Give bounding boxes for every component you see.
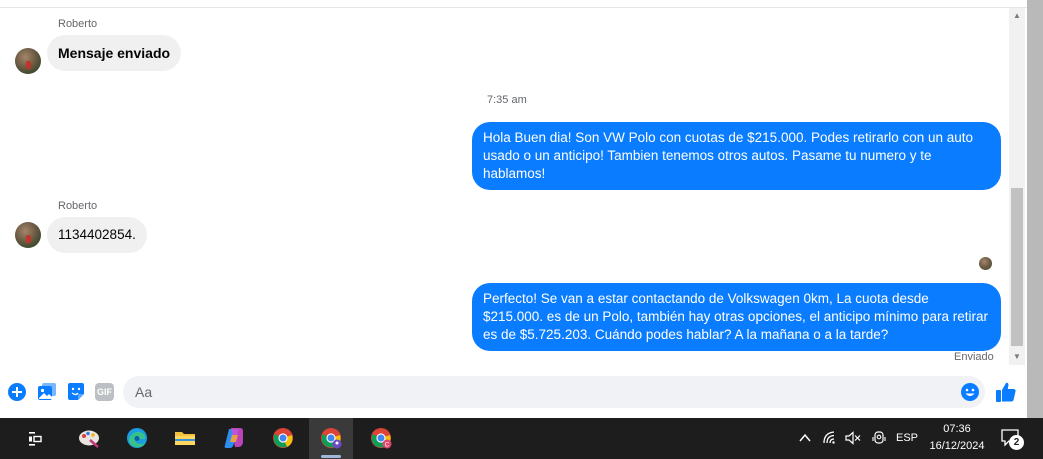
taskbar-app-file-explorer[interactable] xyxy=(163,418,207,459)
profile-badge-letter: C xyxy=(385,442,390,449)
message-timestamp: 7:35 am xyxy=(487,94,527,106)
sticker-icon[interactable] xyxy=(66,382,86,402)
chrome-icon xyxy=(273,428,293,448)
language-indicator[interactable]: ESP xyxy=(893,432,921,444)
volume-muted-icon[interactable] xyxy=(845,431,861,445)
copilot-icon xyxy=(224,428,243,448)
message-composer: GIF xyxy=(0,372,1027,418)
taskbar-app-chrome-secondary[interactable]: C xyxy=(359,418,403,459)
scroll-down-arrow-icon[interactable]: ▼ xyxy=(1009,351,1025,363)
chrome-secondary-icon: C xyxy=(371,428,392,449)
window-edge xyxy=(1027,0,1043,418)
message-status: Enviado xyxy=(954,351,994,363)
taskbar-app-copilot[interactable] xyxy=(212,418,256,459)
clock-date[interactable]: 16/12/2024 xyxy=(922,440,992,452)
incoming-message[interactable]: Mensaje enviado xyxy=(47,35,182,71)
clock-time[interactable]: 07:36 xyxy=(922,423,992,435)
top-divider xyxy=(0,7,1027,8)
photo-icon[interactable] xyxy=(37,382,57,402)
taskbar-app-paint[interactable] xyxy=(67,418,111,459)
scroll-up-arrow-icon[interactable]: ▲ xyxy=(1009,10,1025,22)
outgoing-message[interactable]: Perfecto! Se van a estar contactando de … xyxy=(472,283,1001,351)
chrome-profile-icon xyxy=(321,428,342,449)
camera-privacy-icon[interactable] xyxy=(872,430,886,446)
edge-icon xyxy=(127,428,147,448)
task-view-button[interactable] xyxy=(15,418,59,459)
chevron-up-icon[interactable] xyxy=(798,432,812,444)
taskbar-app-edge[interactable] xyxy=(115,418,159,459)
chat-thread[interactable]: Roberto Mensaje enviado 7:35 am Hola Bue… xyxy=(0,0,1027,372)
windows-taskbar: C ESP 07:36 16/12/2024 2 xyxy=(0,418,1043,459)
plus-icon[interactable] xyxy=(7,382,27,402)
like-icon[interactable] xyxy=(995,381,1017,403)
taskbar-app-chrome-profile[interactable] xyxy=(309,418,353,459)
wifi-icon[interactable] xyxy=(823,431,839,445)
folder-icon xyxy=(175,432,195,445)
incoming-message[interactable]: 1134402854. xyxy=(47,217,147,253)
scrollbar-thumb[interactable] xyxy=(1011,188,1023,346)
message-input[interactable] xyxy=(123,376,985,408)
avatar[interactable] xyxy=(15,222,41,248)
avatar[interactable] xyxy=(15,48,41,74)
emoji-icon[interactable] xyxy=(960,382,980,402)
taskbar-app-chrome[interactable] xyxy=(261,418,305,459)
task-view-icon xyxy=(29,432,42,446)
sender-name: Roberto xyxy=(58,18,98,30)
seen-avatar xyxy=(979,257,992,270)
messenger-window: Roberto Mensaje enviado 7:35 am Hola Bue… xyxy=(0,0,1043,459)
gif-icon[interactable]: GIF xyxy=(95,383,114,401)
notification-count-badge: 2 xyxy=(1009,435,1024,450)
scrollbar[interactable]: ▲ ▼ xyxy=(1009,8,1025,365)
notification-center[interactable]: 2 xyxy=(1000,428,1024,450)
outgoing-message[interactable]: Hola Buen dia! Son VW Polo con cuotas de… xyxy=(472,122,1001,190)
sender-name: Roberto xyxy=(58,200,98,212)
paint-icon xyxy=(79,430,99,448)
